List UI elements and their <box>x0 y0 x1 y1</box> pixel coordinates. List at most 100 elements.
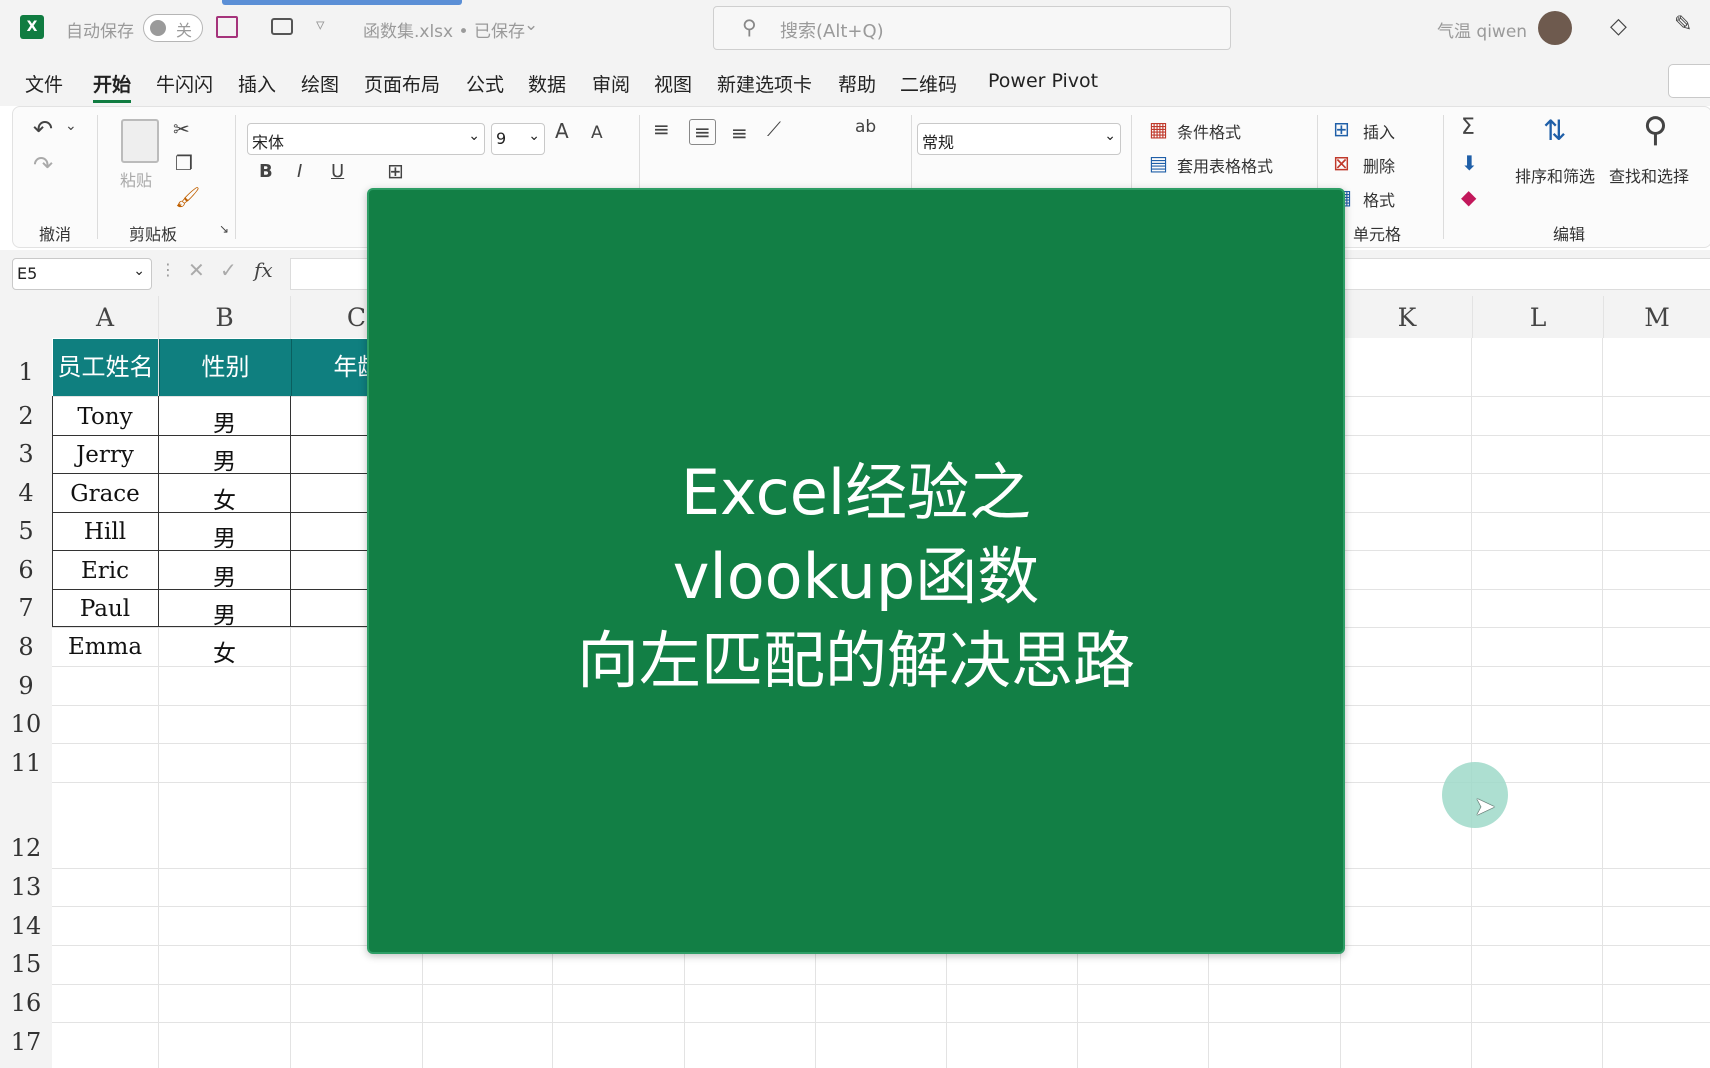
row-header[interactable]: 7 <box>0 594 52 622</box>
delete-cells-button[interactable]: 删除 <box>1363 153 1395 177</box>
comment-button[interactable] <box>1668 64 1710 98</box>
table-header-name[interactable]: 员工姓名 <box>53 339 158 396</box>
menu-page-layout[interactable]: 页面布局 <box>364 70 440 97</box>
column-header-l[interactable]: L <box>1473 296 1604 338</box>
row-header[interactable]: 14 <box>0 912 52 940</box>
chevron-down-icon[interactable]: ⌄ <box>524 15 538 35</box>
table-cell[interactable]: 男 <box>159 442 290 476</box>
sort-filter-icon[interactable]: ⇅ <box>1543 117 1566 145</box>
file-name[interactable]: 函数集.xlsx • 已保存 <box>363 17 525 42</box>
clear-icon[interactable]: ◆ <box>1461 187 1476 207</box>
delete-cells-icon[interactable]: ⊠ <box>1333 153 1350 173</box>
column-header-b[interactable]: B <box>159 296 291 338</box>
wrap-text-icon[interactable]: ab <box>855 119 876 136</box>
menu-formulas[interactable]: 公式 <box>466 70 504 97</box>
table-cell[interactable]: Grace <box>52 481 158 507</box>
row-header[interactable]: 11 <box>0 749 52 777</box>
column-header-m[interactable]: M <box>1604 296 1710 338</box>
sort-filter-button[interactable]: 排序和筛选 <box>1515 163 1595 187</box>
menu-data[interactable]: 数据 <box>528 70 566 97</box>
insert-cells-button[interactable]: 插入 <box>1363 119 1395 143</box>
decrease-font-icon[interactable]: A <box>591 125 603 142</box>
column-header-a[interactable]: A <box>52 296 159 338</box>
table-cell[interactable]: Paul <box>52 596 158 622</box>
menu-draw[interactable]: 绘图 <box>301 70 339 97</box>
row-header[interactable]: 3 <box>0 440 52 468</box>
find-select-icon[interactable]: ⚲ <box>1643 113 1668 147</box>
table-format-button[interactable]: 套用表格格式 <box>1177 153 1273 177</box>
autosum-icon[interactable]: Σ <box>1461 117 1475 139</box>
insert-cells-icon[interactable]: ⊞ <box>1333 119 1350 139</box>
table-cell[interactable]: 女 <box>159 634 290 668</box>
row-header[interactable]: 8 <box>0 633 52 661</box>
table-cell[interactable]: 女 <box>159 481 290 515</box>
table-format-icon[interactable]: ▤ <box>1149 153 1168 173</box>
align-middle-icon[interactable]: ≡ <box>689 119 716 145</box>
italic-button[interactable]: I <box>297 163 302 181</box>
select-all-corner[interactable] <box>0 296 52 338</box>
undo-dropdown-icon[interactable]: ⌄ <box>65 119 77 133</box>
menu-qrcode[interactable]: 二维码 <box>900 70 957 97</box>
table-cell[interactable]: 男 <box>159 404 290 438</box>
number-format-select[interactable]: 常规 ⌄ <box>917 123 1121 155</box>
user-name[interactable]: 气温 qiwen <box>1437 17 1527 42</box>
table-cell[interactable]: 男 <box>159 519 290 553</box>
more-options-icon[interactable]: ⋮ <box>160 262 176 278</box>
autosave-toggle[interactable]: 关 <box>143 14 203 42</box>
save-icon[interactable] <box>216 16 238 38</box>
fill-icon[interactable]: ⬇ <box>1461 153 1478 173</box>
pen-icon[interactable]: ✎ <box>1674 12 1692 37</box>
table-cell[interactable]: 男 <box>159 558 290 592</box>
table-cell[interactable]: Emma <box>52 634 158 660</box>
bold-button[interactable]: B <box>259 163 273 181</box>
row-header[interactable]: 10 <box>0 710 52 738</box>
row-header[interactable]: 4 <box>0 479 52 507</box>
table-header-gender[interactable]: 性别 <box>159 339 291 396</box>
paste-label[interactable]: 粘贴 <box>120 167 152 191</box>
paste-icon[interactable] <box>121 119 159 163</box>
menu-help[interactable]: 帮助 <box>838 70 876 97</box>
row-header[interactable]: 9 <box>0 672 52 700</box>
table-cell[interactable]: Eric <box>52 558 158 584</box>
font-size-select[interactable]: 9 ⌄ <box>491 123 545 155</box>
orientation-icon[interactable]: ⟋ <box>767 119 781 139</box>
row-header[interactable]: 17 <box>0 1028 52 1056</box>
row-header[interactable]: 1 <box>0 358 52 386</box>
dialog-launcher-icon[interactable]: ↘ <box>219 223 229 235</box>
cancel-icon[interactable]: ✕ <box>188 260 205 280</box>
enter-icon[interactable]: ✓ <box>220 260 237 280</box>
menu-view[interactable]: 视图 <box>654 70 692 97</box>
row-header[interactable]: 13 <box>0 873 52 901</box>
menu-file[interactable]: 文件 <box>25 70 63 97</box>
qat-dropdown-icon[interactable]: ▿ <box>316 15 325 35</box>
redo-icon[interactable]: ↷ <box>33 153 53 177</box>
align-top-icon[interactable]: ≡ <box>653 119 670 139</box>
menu-home[interactable]: 开始 <box>93 70 132 103</box>
format-cells-button[interactable]: 格式 <box>1363 187 1395 211</box>
menu-insert[interactable]: 插入 <box>238 70 276 97</box>
format-painter-icon[interactable]: 🖌 <box>175 187 200 207</box>
avatar[interactable] <box>1538 11 1572 45</box>
align-bottom-icon[interactable]: ≡ <box>731 123 748 143</box>
copy-icon[interactable]: ❐ <box>175 153 193 173</box>
find-select-button[interactable]: 查找和选择 <box>1609 163 1689 187</box>
insert-function-icon[interactable]: fx <box>254 260 273 280</box>
row-header[interactable]: 16 <box>0 989 52 1017</box>
row-header[interactable]: 12 <box>0 834 52 862</box>
borders-icon[interactable]: ⊞ <box>387 161 404 181</box>
increase-font-icon[interactable]: A <box>555 121 569 141</box>
row-header[interactable]: 15 <box>0 950 52 978</box>
table-cell[interactable]: Jerry <box>52 442 158 468</box>
diamond-icon[interactable]: ◇ <box>1610 14 1627 39</box>
name-box[interactable]: E5 ⌄ <box>12 258 152 290</box>
row-header[interactable]: 6 <box>0 556 52 584</box>
conditional-format-button[interactable]: 条件格式 <box>1177 119 1241 143</box>
table-cell[interactable]: Hill <box>52 519 158 545</box>
font-name-select[interactable]: 宋体 ⌄ <box>247 123 485 155</box>
camera-icon[interactable] <box>271 18 293 35</box>
cut-icon[interactable]: ✂ <box>173 119 190 139</box>
menu-niushanshan[interactable]: 牛闪闪 <box>156 70 213 97</box>
menu-power-pivot[interactable]: Power Pivot <box>988 70 1098 92</box>
row-header[interactable]: 5 <box>0 517 52 545</box>
conditional-format-icon[interactable]: ▦ <box>1149 119 1168 139</box>
